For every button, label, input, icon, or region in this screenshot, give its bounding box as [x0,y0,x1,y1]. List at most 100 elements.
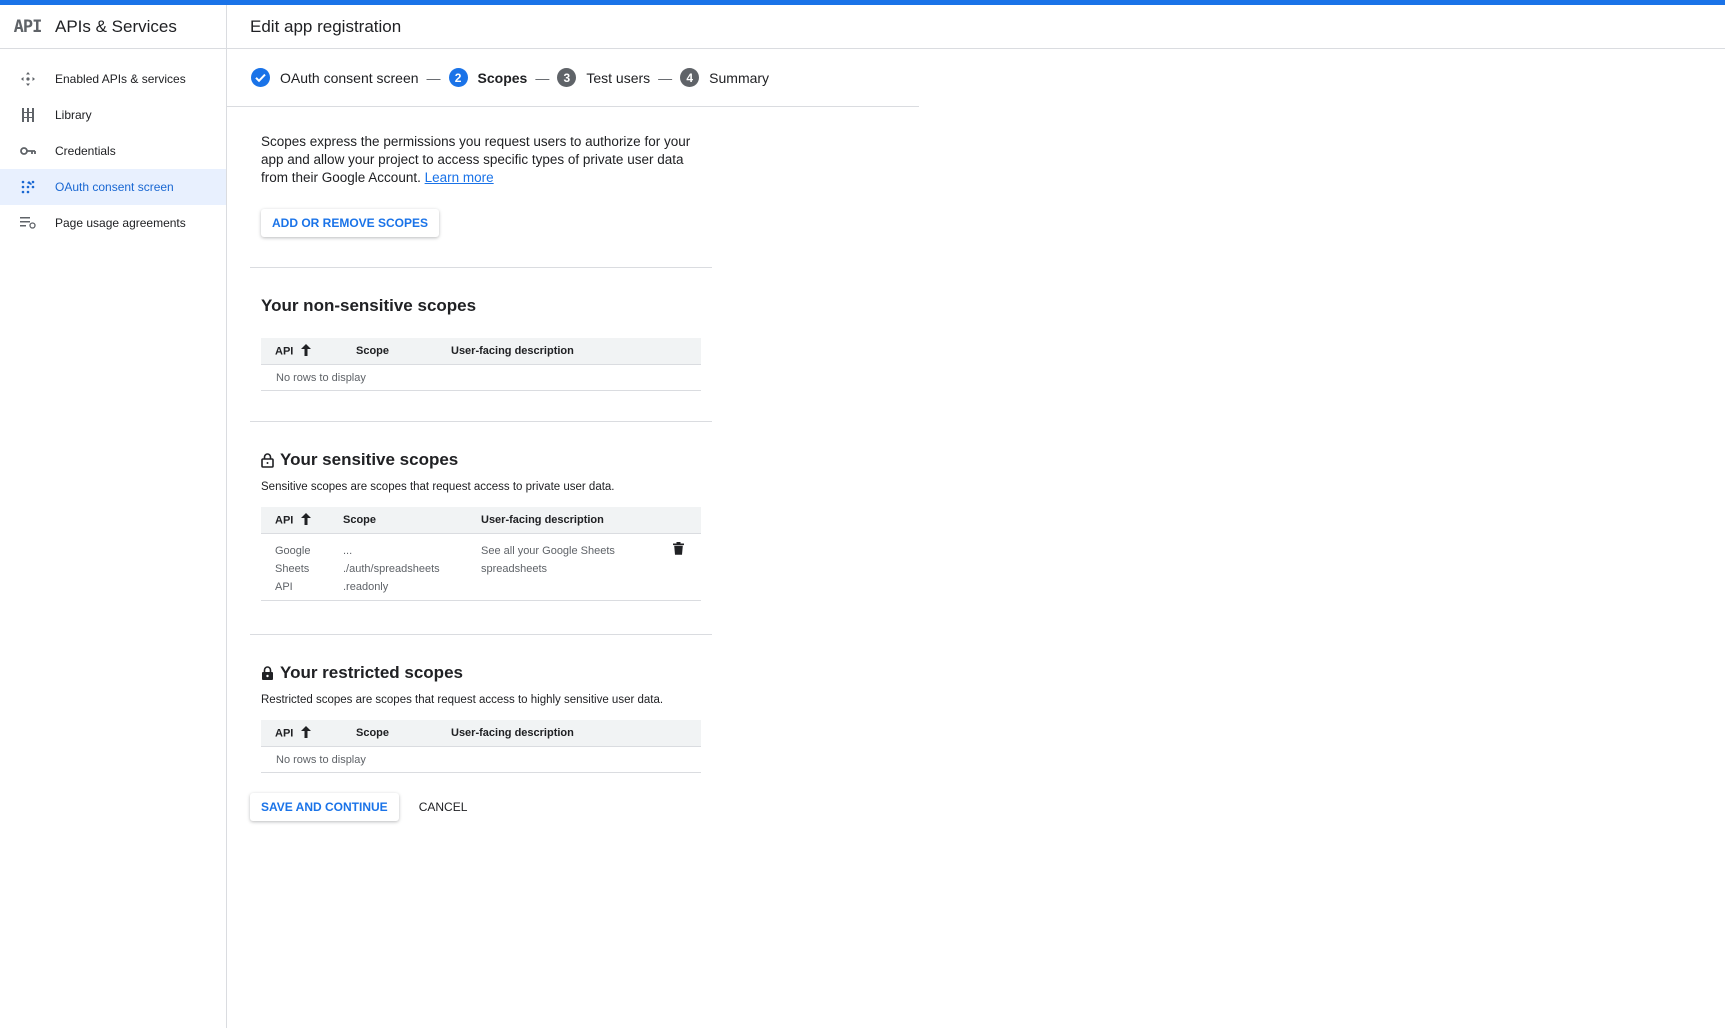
sidebar-nav: Enabled APIs & services Library Credenti… [0,61,226,241]
column-label: User-facing description [481,514,604,526]
sidebar-item-label: Enabled APIs & services [55,72,186,86]
cell-line: ./auth/spreadsheets [343,563,440,575]
column-scope[interactable]: Scope [356,338,451,365]
column-label: User-facing description [451,727,574,739]
table-row: Google Sheets API ... ./auth/spreadsheet… [261,533,701,601]
cell-line: Sheets [275,563,310,575]
step-number: 2 [448,68,468,87]
save-and-continue-button[interactable]: SAVE AND CONTINUE [250,793,399,821]
sidebar-item-label: OAuth consent screen [55,180,174,194]
oauth-consent-icon [0,180,55,194]
step-oauth-consent-screen[interactable]: OAuth consent screen [251,68,419,87]
sidebar-item-oauth-consent-screen[interactable]: OAuth consent screen [0,169,226,205]
cell-line: .readonly [343,581,389,593]
restricted-heading: Your restricted scopes [261,663,701,683]
page-title: Edit app registration [227,5,1725,49]
sidebar-item-page-usage-agreements[interactable]: Page usage agreements [0,205,226,241]
column-label: Scope [356,345,390,357]
cell-line: ... [343,545,353,557]
table-row: No rows to display [261,364,701,391]
column-label: User-facing description [451,345,574,357]
step-label: Summary [709,69,770,86]
column-label: API [275,513,294,526]
step-scopes[interactable]: 2 Scopes [448,68,528,87]
sidebar-header: API APIs & Services [0,5,226,49]
step-label: OAuth consent screen [280,69,419,86]
non-sensitive-table: API Scope User-facing description No row… [261,338,701,391]
intro-text: Scopes express the permissions you reque… [261,112,691,187]
cell-line: Google [275,545,311,557]
restricted-section: Your restricted scopes Restricted scopes… [250,635,712,773]
sensitive-section: Your sensitive scopes Sensitive scopes a… [250,422,712,601]
cell-line: spreadsheets [481,563,548,575]
empty-state: No rows to display [261,746,701,773]
learn-more-link[interactable]: Learn more [425,170,494,185]
list-settings-icon [0,217,55,229]
column-api[interactable]: API [261,338,356,365]
cell-line: API [275,581,293,593]
non-sensitive-section: Your non-sensitive scopes API Scope User… [250,268,712,391]
key-icon [0,146,55,156]
restricted-title: Your restricted scopes [280,663,463,682]
sensitive-description: Sensitive scopes are scopes that request… [261,481,615,493]
sidebar-item-label: Library [55,108,92,122]
restricted-table: API Scope User-facing description No row… [261,720,701,773]
column-description[interactable]: User-facing description [451,720,701,747]
sensitive-table: API Scope User-facing description Google… [261,507,701,601]
column-api[interactable]: API [261,720,356,747]
cell-scope: ... ./auth/spreadsheets .readonly [343,533,481,601]
step-label: Scopes [477,69,528,86]
column-label: API [275,726,294,739]
arrow-up-icon [301,512,312,528]
sidebar-item-label: Page usage agreements [55,216,186,230]
intro-section: Scopes express the permissions you reque… [250,112,712,237]
diamond-arrows-icon [0,72,55,86]
step-separator: — [658,69,673,86]
sidebar-item-library[interactable]: Library [0,97,226,133]
check-circle-icon [251,68,270,87]
cell-actions [673,533,701,601]
sidebar-item-credentials[interactable]: Credentials [0,133,226,169]
cell-api: Google Sheets API [261,533,343,601]
column-label: API [275,344,294,357]
delete-icon[interactable] [673,542,684,558]
step-test-users[interactable]: 3 Test users [557,68,650,87]
arrow-up-icon [301,725,312,741]
column-actions [673,507,701,534]
scopes-content: Scopes express the permissions you reque… [250,112,712,821]
column-api[interactable]: API [261,507,343,534]
lock-icon [261,665,274,681]
cell-line: See all your Google Sheets [481,545,615,557]
column-description[interactable]: User-facing description [481,507,673,534]
sidebar-item-enabled-apis[interactable]: Enabled APIs & services [0,61,226,97]
column-label: Scope [356,727,390,739]
table-header-row: API Scope User-facing description [261,338,701,365]
step-separator: — [535,69,550,86]
sensitive-title: Your sensitive scopes [280,450,459,469]
sidebar-item-label: Credentials [55,144,116,158]
sensitive-heading: Your sensitive scopes [261,450,701,470]
column-scope[interactable]: Scope [343,507,481,534]
table-row: No rows to display [261,746,701,773]
column-scope[interactable]: Scope [356,720,451,747]
sidebar: API APIs & Services Enabled APIs & servi… [0,5,227,1028]
main-panel: Edit app registration OAuth consent scre… [227,5,1725,1028]
add-remove-scopes-button[interactable]: ADD OR REMOVE SCOPES [261,209,440,237]
cell-description: See all your Google Sheets spreadsheets [481,533,673,601]
step-summary[interactable]: 4 Summary [680,68,769,87]
lock-open-icon [261,452,274,468]
step-separator: — [426,69,441,86]
cancel-button[interactable]: CANCEL [408,793,479,821]
empty-state: No rows to display [261,364,701,391]
column-label: Scope [343,514,377,526]
stepper: OAuth consent screen — 2 Scopes — 3 Test… [227,49,919,107]
column-description[interactable]: User-facing description [451,338,701,365]
library-icon [0,108,55,122]
step-number: 4 [680,68,700,87]
product-title: APIs & Services [55,16,177,36]
step-number: 3 [557,68,577,87]
api-logo: API [13,16,43,37]
arrow-up-icon [301,343,312,359]
non-sensitive-title: Your non-sensitive scopes [261,296,477,315]
table-header-row: API Scope User-facing description [261,507,701,534]
